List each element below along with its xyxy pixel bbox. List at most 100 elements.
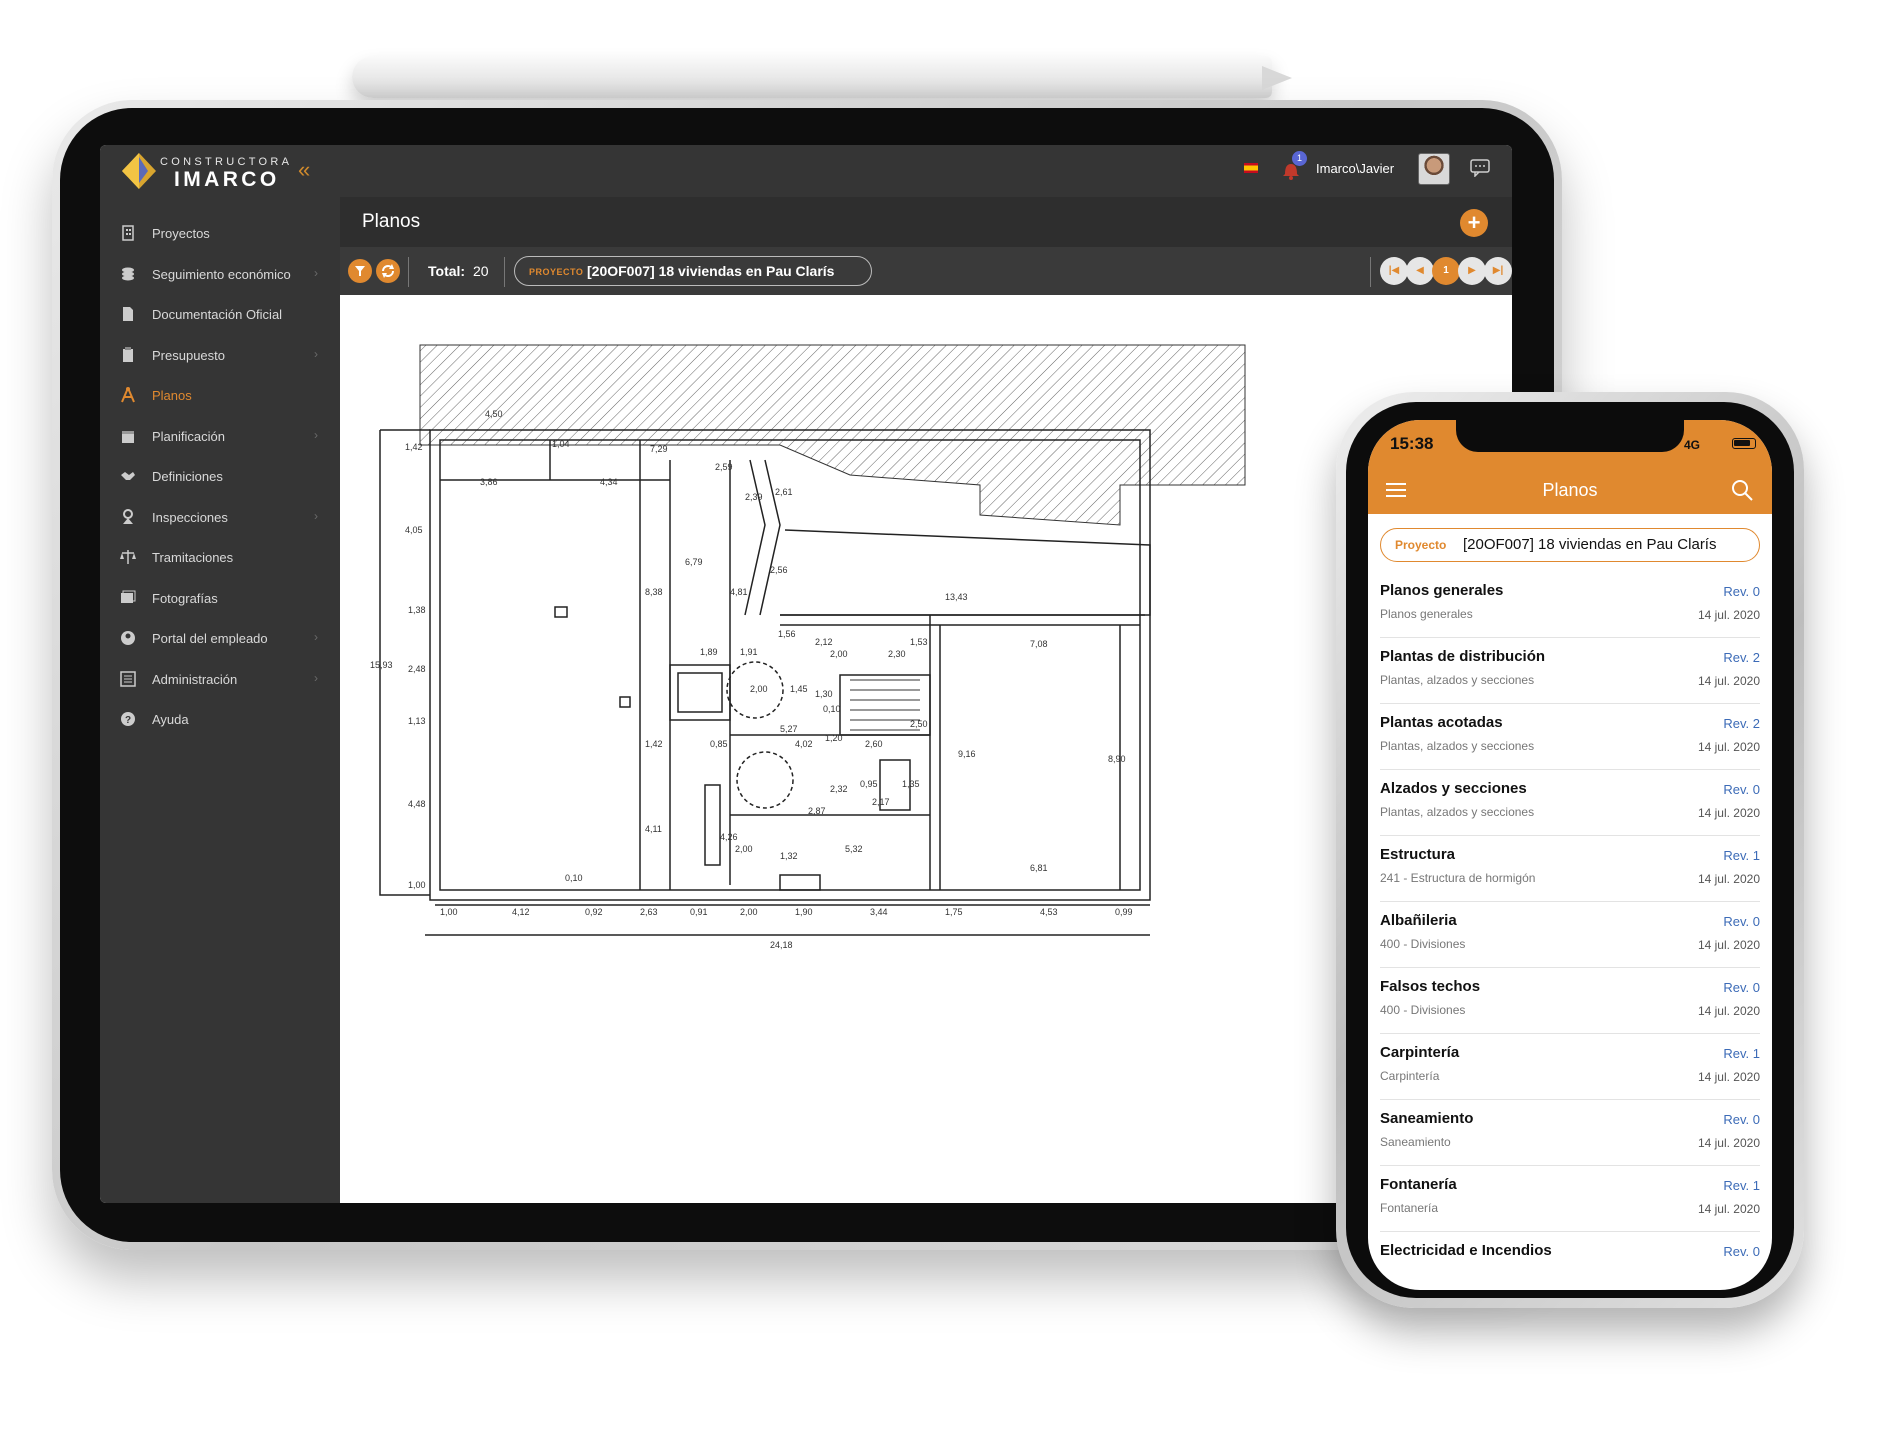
list-item-subtitle: 241 - Estructura de hormigón [1380,871,1536,885]
list-item-revision: Rev. 2 [1723,716,1760,731]
list-item-revision: Rev. 0 [1723,584,1760,599]
plan-dimension-label: 5,27 [780,724,798,734]
list-item[interactable]: Electricidad e Incendios Rev. 0 [1380,1232,1760,1290]
sidebar-item-label: Documentación Oficial [152,307,283,322]
phone-project-selector[interactable]: Proyecto [20OF007] 18 viviendas en Pau C… [1380,528,1760,562]
sidebar-item-label: Fotografías [152,590,218,606]
list-item-title: Planos generales [1380,582,1504,599]
user-name[interactable]: Imarco\Javier [1316,161,1394,176]
list-item[interactable]: Falsos techos 400 - Divisiones Rev. 0 14 ju… [1380,968,1760,1034]
plan-dimension-label: 4,02 [795,739,813,749]
list-item[interactable]: Plantas de distribución Plantas, alzados … [1380,638,1760,704]
refresh-icon [382,264,394,278]
list-item[interactable]: Saneamiento Saneamiento Rev. 0 14 jul. 2020 [1380,1100,1760,1166]
plan-dimension-label: 4,11 [645,824,662,834]
plan-dimension-label: 2,00 [735,844,753,854]
next-page-icon[interactable]: ▶ [1458,257,1486,285]
plan-dimension-label: 0,85 [710,739,728,749]
plan-dimension-label: 1,89 [700,647,718,657]
admin-icon [120,670,136,687]
search-icon[interactable] [1730,478,1754,502]
chevron-right-icon: › [314,508,318,523]
sidebar-item-seguimiento-económico[interactable]: Seguimiento económico › [100,254,340,294]
sidebar-item-presupuesto[interactable]: Presupuesto › [100,335,340,375]
compass-icon [121,387,135,403]
plan-dimension-label: 4,34 [600,477,618,487]
avatar[interactable] [1418,153,1450,185]
plan-dimension-label: 24,18 [770,940,793,950]
chevron-right-icon: › [314,346,318,361]
list-item-subtitle: Fontanería [1380,1201,1439,1215]
double-chevron-left-icon[interactable]: « [298,157,310,183]
project-selector[interactable]: PROYECTO [20OF007] 18 viviendas en Pau C… [514,256,872,286]
plan-dimension-label: 7,29 [650,444,668,454]
filter-icon [355,266,365,276]
plan-dimension-label: 0,99 [1115,907,1133,917]
page-title: Planos [362,211,421,232]
sidebar-item-portal-del-empleado[interactable]: Portal del empleado › [100,618,340,658]
plan-dimension-label: 2,00 [830,649,848,659]
list-item-subtitle: 400 - Divisiones [1380,1003,1466,1017]
add-button[interactable]: + [1460,209,1488,237]
list-item[interactable]: Planos generales Planos generales Rev. 0 14… [1380,572,1760,638]
list-item[interactable]: Albañileria 400 - Divisiones Rev. 0 14 jul.… [1380,902,1760,968]
phone-screen: 15:38 4G Planos Proyecto [20OF007] 18 vi… [1368,420,1772,1290]
sidebar-item-documentación-oficial[interactable]: Documentación Oficial [100,294,340,334]
plan-dimension-label: 2,50 [910,719,928,729]
list-item-date: 14 jul. 2020 [1697,740,1760,754]
plan-dimension-label: 1,00 [408,880,426,890]
brand-logo[interactable]: CONSTRUCTORA IMARCO [122,151,312,193]
list-item-date: 14 jul. 2020 [1697,938,1760,952]
brand-small: CONSTRUCTORA [160,156,293,168]
list-item-title: Alzados y secciones [1380,780,1527,797]
list-item-revision: Rev. 1 [1723,1178,1760,1193]
last-page-icon[interactable]: ▶| [1484,257,1512,285]
list-item[interactable]: Plantas acotadas Plantas, alzados y secci… [1380,704,1760,770]
current-page-button[interactable]: 1 [1432,257,1460,285]
list-item-subtitle: 400 - Divisiones [1380,937,1466,951]
plan-dimension-label: 5,32 [845,844,863,854]
refresh-button[interactable] [376,259,400,283]
plan-dimension-label: 1,45 [790,684,808,694]
list-item-date: 14 jul. 2020 [1697,1136,1760,1150]
sidebar-item-planificación[interactable]: Planificación › [100,416,340,456]
plan-dimension-label: 8,38 [645,587,663,597]
status-network: 4G [1684,438,1701,452]
list-item-title: Plantas de distribución [1380,648,1546,665]
sidebar-item-label: Seguimiento económico [152,266,291,282]
first-page-icon[interactable]: |◀ [1380,257,1408,285]
plan-dimension-label: 4,48 [408,799,426,809]
plan-dimension-label: 1,38 [408,605,426,615]
sidebar-item-planos[interactable]: Planos [100,375,340,415]
sidebar-item-definiciones[interactable]: Definiciones [100,456,340,496]
plan-dimension-label: 2,30 [888,649,906,659]
spain-flag-icon[interactable] [1244,163,1258,173]
sidebar-item-ayuda[interactable]: ? Ayuda [100,699,340,739]
list-item-revision: Rev. 1 [1723,848,1760,863]
calendar-icon [122,430,134,443]
list-item[interactable]: Carpintería Carpintería Rev. 1 14 jul. 2020 [1380,1034,1760,1100]
svg-text:?: ? [125,715,131,726]
plan-dimension-label: 8,90 [1108,754,1126,764]
plan-dimension-label: 4,50 [485,409,503,419]
sidebar-item-inspecciones[interactable]: Inspecciones › [100,497,340,537]
phone-header: 15:38 4G Planos [1368,420,1772,514]
sidebar-item-proyectos[interactable]: Proyectos [100,213,340,253]
list-item-revision: Rev. 0 [1723,1112,1760,1127]
plan-dimension-label: 1,30 [815,689,833,699]
prev-page-icon[interactable]: ◀ [1406,257,1434,285]
clipboard-icon [123,346,133,362]
list-item-date: 14 jul. 2020 [1697,806,1760,820]
scale-icon [120,550,136,564]
sidebar-item-tramitaciones[interactable]: Tramitaciones [100,537,340,577]
list-item[interactable]: Alzados y secciones Plantas, alzados y se… [1380,770,1760,836]
sidebar-item-fotografías[interactable]: Fotografías [100,578,340,618]
list-item[interactable]: Fontanería Fontanería Rev. 1 14 jul. 2020 [1380,1166,1760,1232]
list-item[interactable]: Estructura 241 - Estructura de hormigón Re… [1380,836,1760,902]
chat-icon[interactable] [1470,159,1490,177]
handshake-icon [121,472,135,480]
chevron-right-icon: › [314,630,318,644]
filter-button[interactable] [348,259,372,283]
list-item-revision: Rev. 2 [1723,650,1760,665]
sidebar-item-administración[interactable]: Administración › [100,659,340,699]
